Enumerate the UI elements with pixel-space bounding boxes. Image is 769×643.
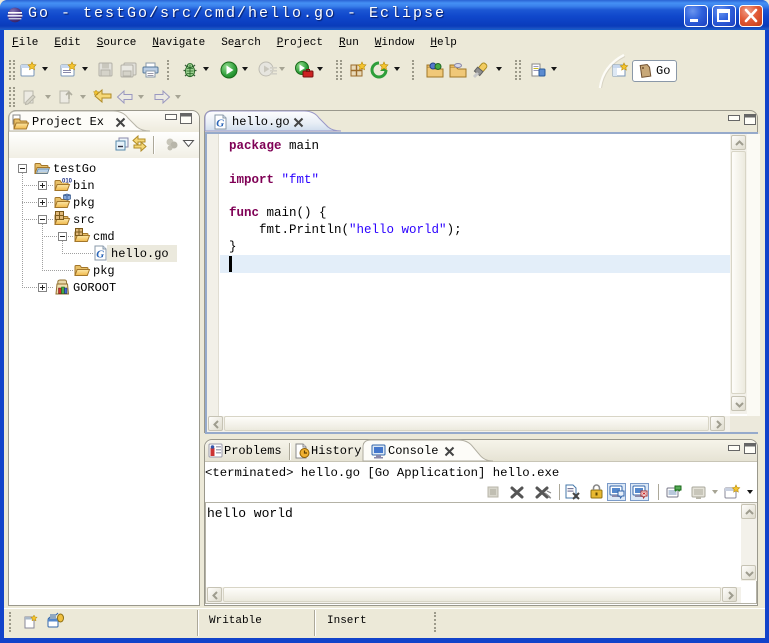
svg-text:010: 010 (62, 179, 73, 185)
